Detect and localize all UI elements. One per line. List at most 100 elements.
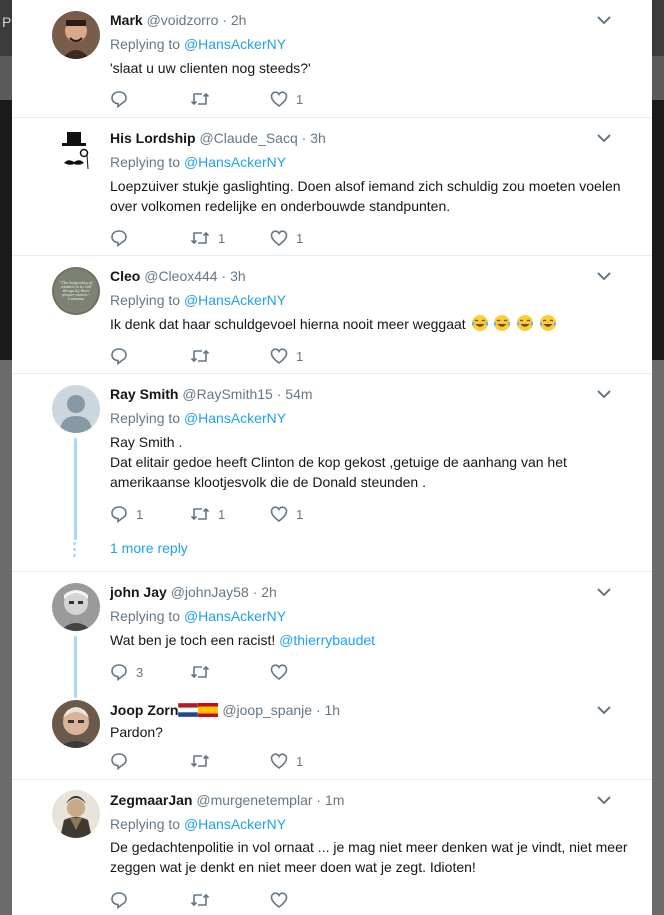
chevron-down-icon[interactable] <box>596 794 612 806</box>
reply-tweet[interactable]: His Lordship @Claude_Sacq · 3h Replying … <box>12 118 652 255</box>
retweet-button[interactable] <box>190 890 218 910</box>
chevron-down-icon[interactable] <box>596 132 612 144</box>
tears-of-joy-emoji-icon <box>471 315 488 331</box>
replying-to-link[interactable]: @HansAckerNY <box>184 410 286 426</box>
retweet-icon <box>190 350 210 362</box>
reply-button[interactable] <box>110 890 136 910</box>
avatar[interactable] <box>52 583 100 631</box>
avatar[interactable] <box>52 385 100 433</box>
replying-to-link[interactable]: @HansAckerNY <box>184 816 286 832</box>
avatar[interactable]: "The beginning of wisdom is to call things… <box>52 267 100 315</box>
user-handle[interactable]: @Cleox444 <box>144 268 217 284</box>
chevron-down-icon[interactable] <box>596 14 612 26</box>
display-name[interactable]: john Jay <box>110 584 167 600</box>
avatar[interactable] <box>52 11 100 59</box>
reply-icon <box>111 753 127 770</box>
like-button[interactable]: 1 <box>270 751 303 771</box>
tweet-text-line: Ray Smith . <box>110 434 183 450</box>
like-button[interactable]: 1 <box>270 346 303 366</box>
tweet-actions: 3 <box>110 662 510 682</box>
reply-tweet[interactable]: john Jay @johnJay58 · 2h Replying to @Ha… <box>12 572 652 698</box>
replying-to-link[interactable]: @HansAckerNY <box>184 154 286 170</box>
retweet-button[interactable] <box>190 89 218 109</box>
tears-of-joy-emoji-icon <box>517 315 534 331</box>
display-name[interactable]: Joop Zorn <box>110 702 178 718</box>
user-handle[interactable]: @Claude_Sacq <box>199 130 297 146</box>
reply-tweet[interactable]: Ray Smith @RaySmith15 · 54m Replying to … <box>12 374 652 571</box>
tears-of-joy-emoji-icon <box>540 315 557 331</box>
avatar[interactable] <box>52 129 100 177</box>
reply-tweet[interactable]: ZegmaarJan @murgenetemplar · 1m Replying… <box>12 780 652 915</box>
like-button[interactable]: 1 <box>270 504 303 524</box>
like-button[interactable]: 1 <box>270 228 303 248</box>
tweet-text: Ik denk dat haar schuldgevoel hierna noo… <box>110 316 466 332</box>
chevron-down-icon[interactable] <box>596 704 612 716</box>
chevron-down-icon[interactable] <box>596 388 612 400</box>
display-name[interactable]: ZegmaarJan <box>110 792 192 808</box>
avatar[interactable] <box>52 700 100 748</box>
timestamp[interactable]: 1m <box>325 792 344 808</box>
timestamp[interactable]: 54m <box>285 386 312 402</box>
tweet-text-line: Dat elitair gedoe heeft Clinton de kop g… <box>110 454 567 490</box>
heart-icon <box>270 230 288 247</box>
tweet-header: Cleo @Cleox444 · 3h <box>110 267 246 285</box>
display-name[interactable]: His Lordship <box>110 130 196 146</box>
reply-tweet[interactable]: Mark @voidzorro · 2h Replying to @HansAc… <box>12 0 652 118</box>
mention-link[interactable]: @thierrybaudet <box>279 632 375 648</box>
display-name[interactable]: Cleo <box>110 268 140 284</box>
reply-tweet[interactable]: Joop Zorn @joop_spanje · 1h Pardon? 1 <box>12 690 652 779</box>
replies-panel: Mark @voidzorro · 2h Replying to @HansAc… <box>12 0 652 915</box>
retweet-count: 1 <box>218 230 226 246</box>
reply-tweet[interactable]: "The beginning of wisdom is to call things… <box>12 256 652 373</box>
tweet-text: 'slaat u uw clienten nog steeds?' <box>110 60 311 76</box>
reply-button[interactable] <box>110 346 136 366</box>
tweet-header: His Lordship @Claude_Sacq · 3h <box>110 129 326 147</box>
retweet-icon <box>190 666 210 678</box>
reply-button[interactable] <box>110 751 136 771</box>
reply-icon <box>111 230 127 247</box>
retweet-icon <box>190 894 210 906</box>
tweet-actions <box>110 890 510 910</box>
tweet-text-container: Ik denk dat haar schuldgevoel hierna noo… <box>110 314 630 334</box>
user-handle[interactable]: @joop_spanje <box>222 702 312 718</box>
retweet-icon <box>190 93 210 105</box>
replying-to: Replying to @HansAckerNY <box>110 35 286 53</box>
user-handle[interactable]: @murgenetemplar <box>196 792 312 808</box>
timestamp[interactable]: 2h <box>231 12 247 28</box>
display-name[interactable]: Mark <box>110 12 143 28</box>
retweet-button[interactable] <box>190 662 218 682</box>
heart-icon <box>270 91 288 108</box>
svg-text:Confucius: Confucius <box>68 297 85 301</box>
retweet-button[interactable] <box>190 751 218 771</box>
retweet-button[interactable]: 1 <box>190 228 225 248</box>
retweet-button[interactable]: 1 <box>190 504 225 524</box>
replying-to: Replying to @HansAckerNY <box>110 815 286 833</box>
timestamp[interactable]: 3h <box>310 130 326 146</box>
timestamp[interactable]: 2h <box>261 584 277 600</box>
user-handle[interactable]: @RaySmith15 <box>182 386 272 402</box>
avatar[interactable] <box>52 790 100 838</box>
display-name[interactable]: Ray Smith <box>110 386 178 402</box>
user-handle[interactable]: @johnJay58 <box>171 584 249 600</box>
reply-button[interactable] <box>110 89 136 109</box>
tweet-header: Joop Zorn @joop_spanje · 1h <box>110 701 340 719</box>
replying-to-link[interactable]: @HansAckerNY <box>184 292 286 308</box>
like-button[interactable] <box>270 890 296 910</box>
replying-to-link[interactable]: @HansAckerNY <box>184 608 286 624</box>
like-button[interactable] <box>270 662 296 682</box>
reply-button[interactable]: 3 <box>110 662 143 682</box>
reply-button[interactable]: 1 <box>110 504 143 524</box>
like-button[interactable]: 1 <box>270 89 303 109</box>
chevron-down-icon[interactable] <box>596 270 612 282</box>
reply-button[interactable] <box>110 228 136 248</box>
more-replies-link[interactable]: 1 more reply <box>110 540 188 556</box>
chevron-down-icon[interactable] <box>596 586 612 598</box>
replying-to-link[interactable]: @HansAckerNY <box>184 36 286 52</box>
replying-to-label: Replying to <box>110 816 181 832</box>
timestamp[interactable]: 3h <box>230 268 246 284</box>
user-handle[interactable]: @voidzorro <box>147 12 219 28</box>
tweet-text: De gedachtenpolitie in vol ornaat ... je… <box>110 839 628 875</box>
thread-dots <box>73 542 77 560</box>
retweet-button[interactable] <box>190 346 218 366</box>
timestamp[interactable]: 1h <box>325 702 341 718</box>
